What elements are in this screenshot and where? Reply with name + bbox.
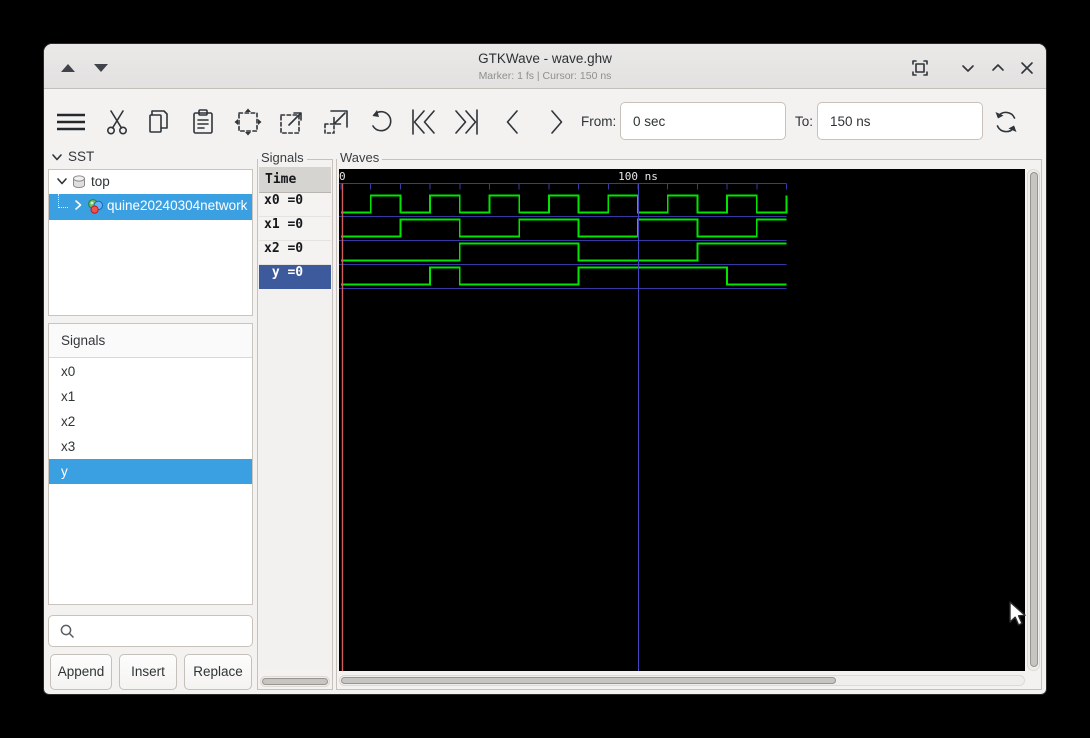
scope-icon	[71, 174, 87, 193]
facility-list-header: Signals	[49, 324, 252, 358]
waves-hscrollbar-thumb[interactable]	[341, 677, 836, 684]
module-icon	[87, 198, 104, 218]
wave-trace-x1	[341, 218, 787, 238]
wave-trace-x2	[341, 242, 787, 262]
sst-tree[interactable]: top quine20240304network	[48, 169, 253, 316]
tree-item-quine20240304network[interactable]: quine20240304network	[49, 194, 252, 220]
signal-row-x1[interactable]: x1 =0	[259, 217, 331, 241]
wave-trace-x0	[341, 194, 788, 214]
facility-item-x2[interactable]: x2	[49, 409, 252, 434]
marker-cursor-status: Marker: 1 fs | Cursor: 150 ns	[478, 70, 612, 82]
svg-text:100 ns: 100 ns	[618, 170, 658, 183]
gtkwave-window: GTKWave - wave.ghw Marker: 1 fs | Cursor…	[44, 44, 1046, 694]
facility-item-x0[interactable]: x0	[49, 359, 252, 384]
wave-trace-y	[341, 266, 787, 286]
expander-chevron-icon[interactable]	[55, 174, 69, 188]
waves-vscrollbar-thumb[interactable]	[1029, 172, 1038, 667]
signal-row-x2[interactable]: x2 =0	[259, 241, 331, 265]
waves-panel: 0 100 ns	[336, 159, 1042, 690]
search-icon	[60, 624, 75, 639]
close-icon[interactable]	[1017, 58, 1037, 78]
waves-hscrollbar[interactable]	[339, 675, 1025, 686]
signals-frame-label: Signals	[258, 150, 307, 165]
sst-label: SST	[68, 149, 95, 164]
skip-to-start-icon[interactable]	[408, 107, 438, 137]
undo-icon[interactable]	[365, 107, 395, 137]
zoom-fit-icon[interactable]	[233, 107, 263, 137]
waves-frame-label: Waves	[337, 150, 383, 165]
facility-list-rows: x0 x1 x2 x3 y	[49, 359, 252, 484]
zoom-in-icon[interactable]	[277, 107, 307, 137]
facility-item-y[interactable]: y	[49, 459, 252, 484]
tree-item-label: top	[91, 174, 110, 189]
next-edge-icon[interactable]	[541, 107, 571, 137]
tree-guide-line	[58, 194, 68, 208]
tree-item-top[interactable]: top	[49, 170, 252, 194]
zoom-out-icon[interactable]	[321, 107, 351, 137]
paste-icon[interactable]	[188, 107, 218, 137]
time-header[interactable]: Time	[259, 167, 331, 193]
skip-to-end-icon[interactable]	[452, 107, 482, 137]
reload-icon[interactable]	[991, 107, 1021, 137]
waves-vscrollbar[interactable]	[1027, 169, 1040, 671]
signal-row-y[interactable]: y =0	[259, 265, 331, 289]
from-input[interactable]	[620, 102, 786, 140]
search-box[interactable]	[48, 615, 253, 647]
titlebar[interactable]: GTKWave - wave.ghw Marker: 1 fs | Cursor…	[44, 44, 1046, 89]
svg-text:0: 0	[339, 170, 346, 183]
signal-name-rows: x0 =0 x1 =0 x2 =0 y =0	[259, 193, 331, 289]
fullscreen-icon[interactable]	[910, 58, 930, 78]
expander-chevron-icon[interactable]	[71, 198, 85, 212]
previous-edge-icon[interactable]	[498, 107, 528, 137]
append-button[interactable]: Append	[50, 654, 112, 690]
cut-icon[interactable]	[102, 107, 132, 137]
maximize-icon[interactable]	[988, 58, 1008, 78]
insert-button[interactable]: Insert	[119, 654, 177, 690]
to-label: To:	[795, 114, 814, 129]
facility-item-x3[interactable]: x3	[49, 434, 252, 459]
signals-hscrollbar-thumb[interactable]	[262, 678, 328, 685]
signal-row-x0[interactable]: x0 =0	[259, 193, 331, 217]
replace-button[interactable]: Replace	[184, 654, 252, 690]
facility-item-x1[interactable]: x1	[49, 384, 252, 409]
facility-list[interactable]: Signals x0 x1 x2 x3 y	[48, 323, 253, 605]
signals-panel-content[interactable]: Time x0 =0 x1 =0 x2 =0 y =0	[259, 167, 331, 670]
signals-panel: Time x0 =0 x1 =0 x2 =0 y =0	[257, 159, 333, 690]
mouse-cursor	[1009, 601, 1026, 626]
to-input[interactable]	[817, 102, 983, 140]
window-title: GTKWave - wave.ghw	[478, 51, 612, 66]
wave-canvas[interactable]: 0 100 ns	[339, 169, 1025, 671]
copy-icon[interactable]	[144, 107, 174, 137]
signals-hscrollbar[interactable]	[260, 676, 330, 687]
from-label: From:	[581, 114, 617, 129]
minimize-icon[interactable]	[958, 58, 978, 78]
tree-item-label: quine20240304network	[107, 198, 248, 213]
menu-icon[interactable]	[56, 107, 86, 137]
search-input[interactable]	[79, 619, 247, 643]
